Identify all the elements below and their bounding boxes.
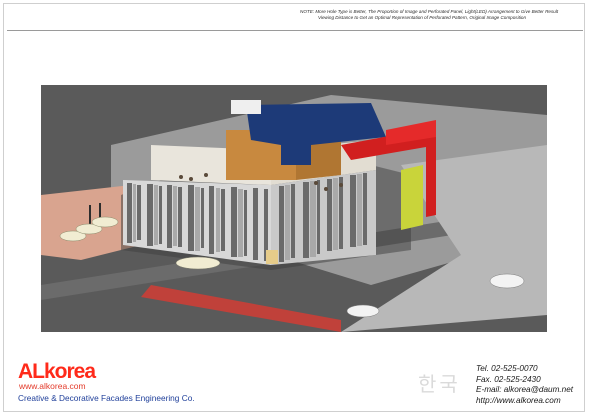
contact-email[interactable]: E-mail: alkorea@daum.net xyxy=(476,385,573,396)
brand-website: www.alkorea.com xyxy=(19,381,86,391)
header-rule xyxy=(7,30,583,31)
entrance xyxy=(266,250,278,264)
car-bottom xyxy=(346,304,380,318)
car-front xyxy=(175,256,221,270)
watermark-text: 한국 xyxy=(418,372,461,396)
company-logo: ALkorea www.alkorea.com Creative & Decor… xyxy=(18,361,218,411)
contact-website[interactable]: http://www.alkorea.com xyxy=(476,396,573,407)
contact-block: Tel. 02-525-0070 Fax. 02-525-2430 E-mail… xyxy=(476,364,573,406)
building-rendering xyxy=(41,85,547,332)
contact-tel: Tel. 02-525-0070 xyxy=(476,364,538,373)
roof-parapet xyxy=(231,100,261,114)
yellow-panel xyxy=(401,165,423,230)
brand-tagline: Creative & Decorative Facades Engineerin… xyxy=(18,393,195,403)
brand-name: ALkorea xyxy=(18,360,96,383)
car-right xyxy=(489,273,525,289)
design-note: NOTE: More Hole Type is Better, The Prop… xyxy=(300,9,584,21)
contact-fax: Fax. 02-525-2430 xyxy=(476,374,541,384)
note-line-2: Viewing Distance to Get an Optimal Repre… xyxy=(318,15,527,20)
